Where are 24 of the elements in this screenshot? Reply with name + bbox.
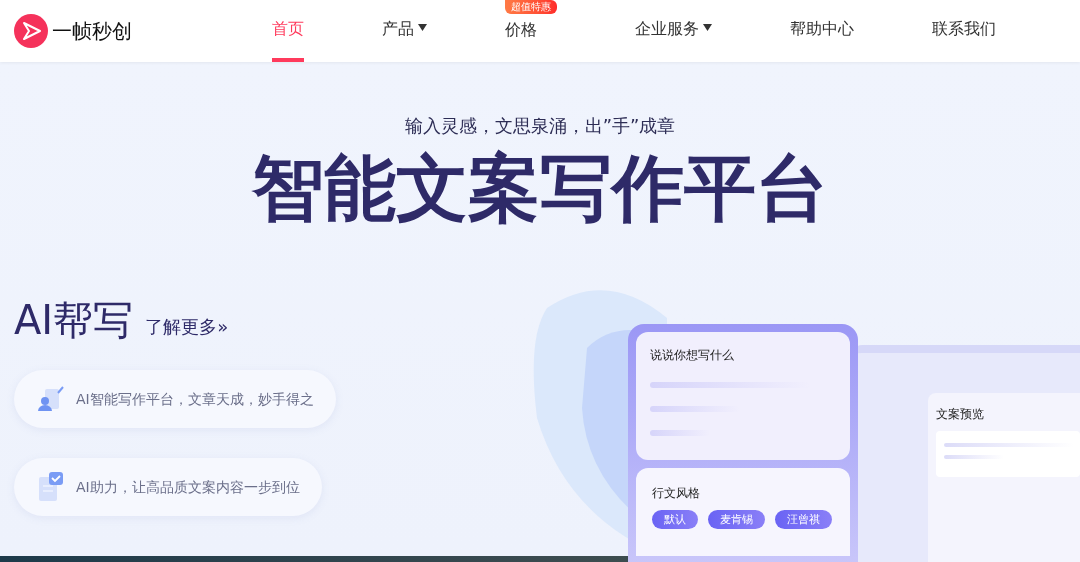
prompt-title: 说说你想写什么 xyxy=(650,347,735,364)
logo-icon xyxy=(14,14,48,48)
feature-text: AI助力，让高品质文案内容一步到位 xyxy=(76,477,300,497)
learn-more-link[interactable]: 了解更多» xyxy=(145,313,229,340)
style-chip[interactable]: 麦肯锡 xyxy=(708,510,765,529)
style-title: 行文风格 xyxy=(652,485,701,502)
nav-link[interactable]: 价格 xyxy=(505,14,557,62)
logo-text: 一帧秒创 xyxy=(52,18,132,45)
tagline: 输入灵感，文思泉涌，出”手”成章 xyxy=(404,114,676,138)
style-chip[interactable]: 默认 xyxy=(652,510,698,529)
caret-icon xyxy=(418,24,427,31)
writer-icon xyxy=(38,386,64,412)
caret-icon xyxy=(703,24,712,31)
document-icon xyxy=(38,472,64,502)
nav-link[interactable]: 帮助中心 xyxy=(790,0,854,62)
section-heading: AI帮写 xyxy=(14,296,134,344)
nav-link[interactable]: 企业服务 xyxy=(635,0,712,62)
feature-text: AI智能写作平台，文章天成，妙手得之 xyxy=(76,389,314,409)
style-chip[interactable]: 汪曾祺 xyxy=(775,510,832,529)
preview-title: 文案预览 xyxy=(936,406,985,423)
nav-link[interactable]: 联系我们 xyxy=(932,0,996,62)
nav-link[interactable]: 产品 xyxy=(382,0,427,62)
hero-title: 智能文案写作平台 xyxy=(252,145,828,232)
promo-badge: 超值特惠 xyxy=(505,0,557,14)
